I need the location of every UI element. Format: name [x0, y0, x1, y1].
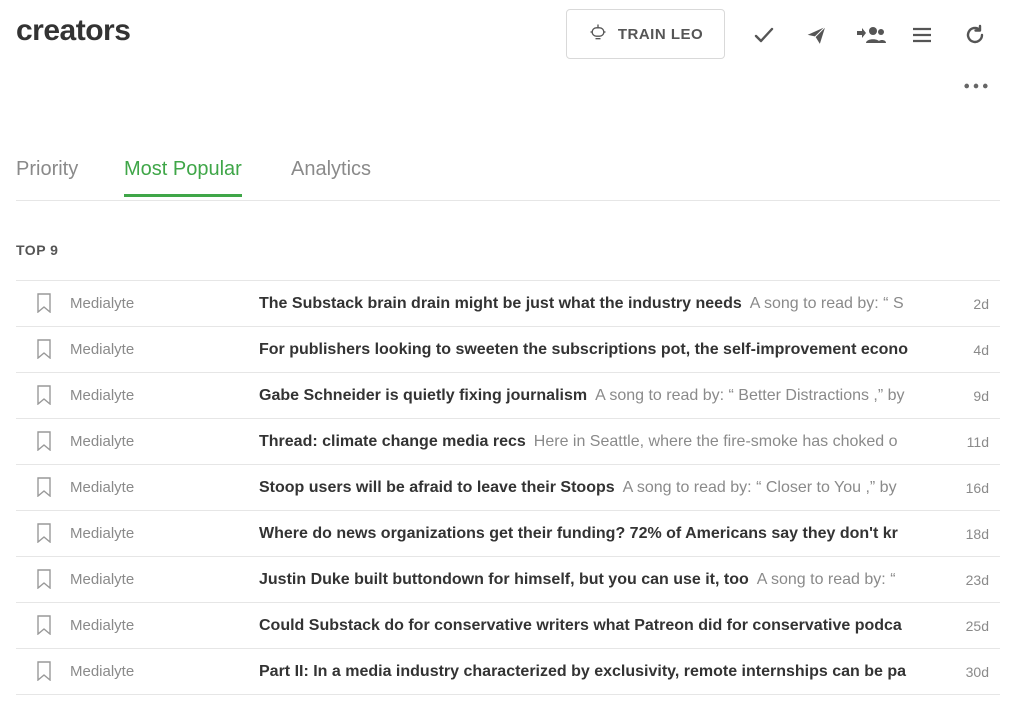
- bookmark-icon[interactable]: [36, 339, 52, 360]
- check-icon[interactable]: [749, 20, 779, 50]
- article-headline[interactable]: Where do news organizations get their fu…: [259, 525, 898, 542]
- article-headline[interactable]: Part II: In a media industry characteriz…: [259, 663, 906, 680]
- article-source: Medialyte: [70, 479, 135, 496]
- refresh-icon[interactable]: [960, 20, 990, 50]
- article-text[interactable]: Thread: climate change media recs Here in…: [259, 433, 954, 451]
- article-list: Medialyte The Substack brain drain might …: [16, 280, 1000, 695]
- tab-analytics[interactable]: Analytics: [291, 158, 371, 194]
- article-headline[interactable]: Stoop users will be afraid to leave thei…: [259, 479, 615, 496]
- article-age: 16d: [965, 479, 989, 496]
- article-text[interactable]: For publishers looking to sweeten the su…: [259, 341, 954, 359]
- more-icon[interactable]: [962, 76, 990, 96]
- bookmark-icon[interactable]: [36, 431, 52, 452]
- article-age: 25d: [965, 617, 989, 634]
- train-leo-label: TRAIN LEO: [617, 25, 704, 43]
- section-label: TOP 9: [16, 242, 59, 258]
- tab-most-popular[interactable]: Most Popular: [124, 158, 242, 197]
- bookmark-icon[interactable]: [36, 661, 52, 682]
- article-headline[interactable]: For publishers looking to sweeten the su…: [259, 341, 908, 358]
- article-age: 30d: [965, 663, 989, 680]
- article-text[interactable]: The Substack brain drain might be just w…: [259, 295, 954, 313]
- bookmark-icon[interactable]: [36, 293, 52, 314]
- article-age: 23d: [965, 571, 989, 588]
- article-row[interactable]: Medialyte For publishers looking to sweet…: [16, 327, 1000, 373]
- feed-title: creators: [16, 14, 131, 47]
- article-headline[interactable]: Could Substack do for conservative write…: [259, 617, 902, 634]
- article-source: Medialyte: [70, 387, 135, 404]
- bookmark-icon[interactable]: [36, 385, 52, 406]
- article-row[interactable]: Medialyte Could Substack do for conservat…: [16, 603, 1000, 649]
- article-snippet: Here in Seattle, where the fire-smoke ha…: [533, 432, 898, 450]
- article-text[interactable]: Could Substack do for conservative write…: [259, 617, 954, 635]
- article-headline[interactable]: Justin Duke built buttondown for himself…: [259, 571, 749, 588]
- leo-robot-icon: [588, 22, 608, 46]
- share-with-team-icon[interactable]: [853, 20, 889, 50]
- article-snippet: A song to read by: “ Closer to You ,” by: [622, 478, 897, 496]
- article-row[interactable]: Medialyte Where do news organizations get…: [16, 511, 1000, 557]
- article-row[interactable]: Medialyte Thread: climate change media re…: [16, 419, 1000, 465]
- bookmark-icon[interactable]: [36, 477, 52, 498]
- article-age: 11d: [966, 433, 989, 450]
- article-row[interactable]: Medialyte The Substack brain drain might …: [16, 281, 1000, 327]
- article-headline[interactable]: Gabe Schneider is quietly fixing journal…: [259, 387, 587, 404]
- article-age: 18d: [965, 525, 989, 542]
- article-snippet: A song to read by: “ Better Distractions…: [595, 386, 905, 404]
- article-row[interactable]: Medialyte Part II: In a media industry ch…: [16, 649, 1000, 695]
- tab-priority[interactable]: Priority: [16, 158, 78, 194]
- article-snippet: A song to read by: “: [756, 570, 896, 588]
- article-snippet: A song to read by: “ S: [749, 294, 904, 312]
- bookmark-icon[interactable]: [36, 615, 52, 636]
- article-headline[interactable]: Thread: climate change media recs: [259, 433, 526, 450]
- article-source: Medialyte: [70, 663, 135, 680]
- article-text[interactable]: Part II: In a media industry characteriz…: [259, 663, 954, 681]
- article-source: Medialyte: [70, 341, 135, 358]
- article-source: Medialyte: [70, 525, 135, 542]
- article-text[interactable]: Stoop users will be afraid to leave thei…: [259, 479, 954, 497]
- article-source: Medialyte: [70, 571, 135, 588]
- tab-bar: Priority Most Popular Analytics: [16, 150, 1000, 201]
- train-leo-button[interactable]: TRAIN LEO: [566, 9, 725, 59]
- article-text[interactable]: Gabe Schneider is quietly fixing journal…: [259, 387, 954, 405]
- article-age: 4d: [973, 341, 989, 358]
- article-age: 9d: [973, 387, 989, 404]
- menu-icon[interactable]: [907, 20, 937, 50]
- article-row[interactable]: Medialyte Justin Duke built buttondown fo…: [16, 557, 1000, 603]
- bookmark-icon[interactable]: [36, 523, 52, 544]
- article-source: Medialyte: [70, 295, 135, 312]
- article-source: Medialyte: [70, 617, 135, 634]
- article-row[interactable]: Medialyte Gabe Schneider is quietly fixin…: [16, 373, 1000, 419]
- article-age: 2d: [973, 295, 989, 312]
- article-row[interactable]: Medialyte Stoop users will be afraid to l…: [16, 465, 1000, 511]
- article-text[interactable]: Where do news organizations get their fu…: [259, 525, 954, 543]
- send-icon[interactable]: [801, 20, 831, 50]
- bookmark-icon[interactable]: [36, 569, 52, 590]
- article-headline[interactable]: The Substack brain drain might be just w…: [259, 295, 742, 312]
- article-source: Medialyte: [70, 433, 135, 450]
- article-text[interactable]: Justin Duke built buttondown for himself…: [259, 571, 954, 589]
